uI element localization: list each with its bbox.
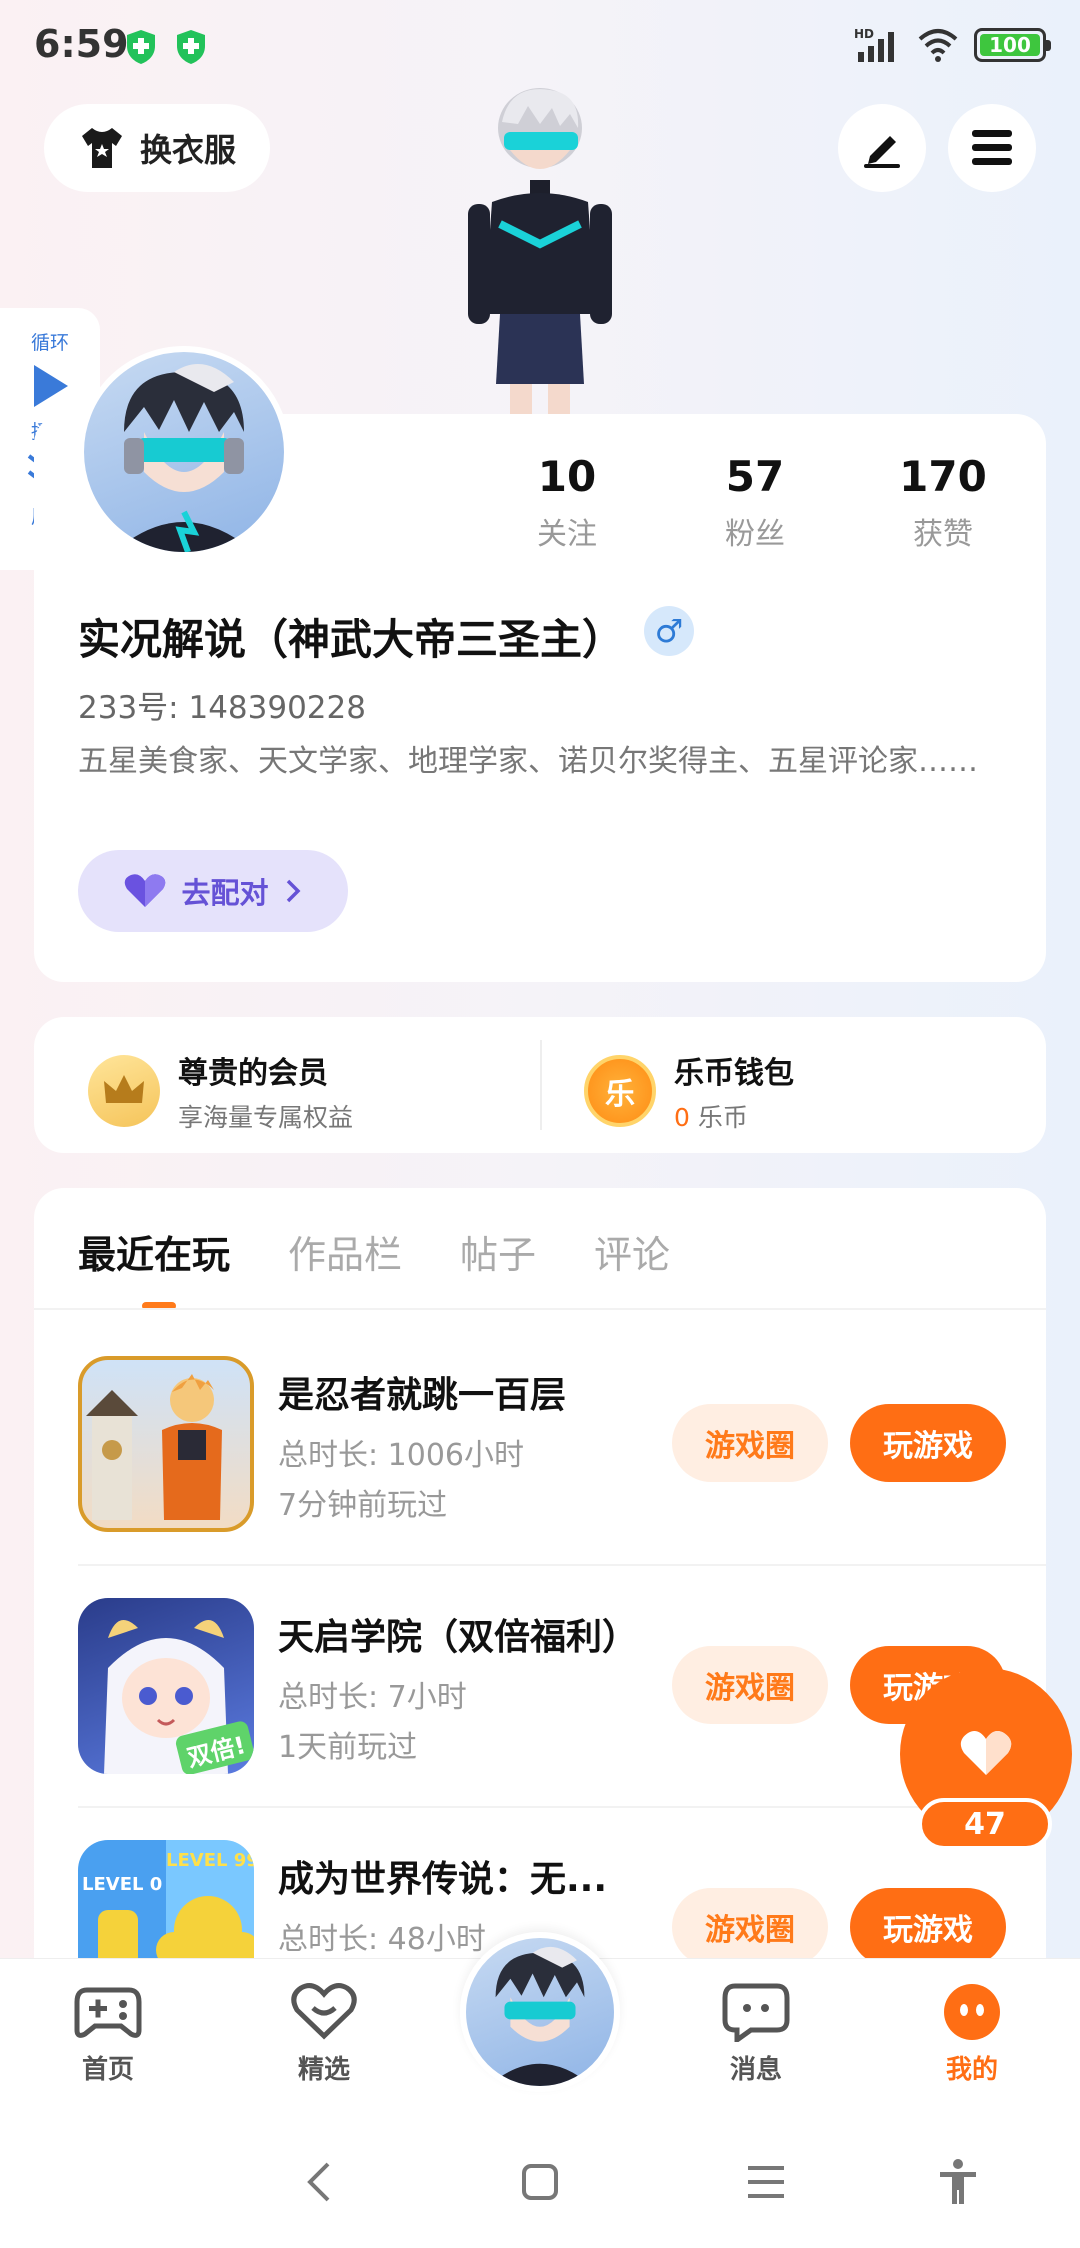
svg-text:LEVEL 0: LEVEL 0 xyxy=(82,1874,162,1895)
nav-mine-label: 我的 xyxy=(945,2055,998,2085)
shield-icon xyxy=(177,30,205,64)
stat-likes-count: 170 xyxy=(899,452,987,501)
battery-level: 100 xyxy=(980,33,1040,57)
user-id[interactable]: 233号: 148390228 xyxy=(78,682,366,727)
back-icon[interactable] xyxy=(300,2160,340,2204)
tab-posts[interactable]: 帖子 xyxy=(460,1224,536,1279)
shield-icon xyxy=(127,30,155,64)
nav-avatar[interactable] xyxy=(460,1932,620,2092)
stat-fans-label: 粉丝 xyxy=(725,517,785,552)
loop-label[interactable]: 循环 xyxy=(31,328,69,355)
game-icon: 双倍! xyxy=(78,1598,254,1774)
avatar[interactable] xyxy=(78,346,290,558)
tab-divider xyxy=(34,1308,1046,1310)
chat-icon xyxy=(722,1983,790,2045)
svg-text:LEVEL 999: LEVEL 999 xyxy=(166,1850,254,1871)
profile-tabs: 最近在玩 作品栏 帖子 评论 xyxy=(78,1224,670,1279)
chevron-right-icon xyxy=(286,879,300,903)
username: 实况解说（神武大帝三圣主） xyxy=(78,615,625,664)
crown-shape xyxy=(104,1075,144,1103)
heart-icon xyxy=(960,1731,1012,1775)
accessibility-icon[interactable] xyxy=(936,2158,980,2206)
pen-icon xyxy=(864,136,900,168)
signal-icon: HD xyxy=(854,27,894,62)
nav-messages[interactable]: 消息 xyxy=(696,1982,816,2086)
crown-icon xyxy=(88,1055,160,1127)
game-last-played: 1天前玩过 xyxy=(278,1730,418,1765)
stat-following-count: 10 xyxy=(537,452,597,501)
avatar-image xyxy=(114,364,254,552)
game-circle-button[interactable]: 游戏圈 xyxy=(672,1404,828,1482)
pair-label: 去配对 xyxy=(181,876,269,910)
heart-icon xyxy=(125,874,166,907)
stat-likes-label: 获赞 xyxy=(913,517,973,552)
list-item[interactable]: 双倍! 天启学院（双倍福利） 总时长: 7小时 1天前玩过 游戏圈 玩游戏 xyxy=(78,1598,1006,1774)
game-duration: 总时长: 7小时 xyxy=(278,1680,467,1715)
pair-button[interactable]: 去配对 xyxy=(78,850,348,932)
stat-fans[interactable]: 57 粉丝 xyxy=(680,452,830,553)
battery-icon: 100 xyxy=(974,28,1051,62)
vip-title: 尊贵的会员 xyxy=(178,1056,328,1091)
vip-subtitle: 享海量专属权益 xyxy=(178,1103,354,1132)
play-game-button[interactable]: 玩游戏 xyxy=(850,1404,1006,1482)
tab-comments[interactable]: 评论 xyxy=(594,1224,670,1279)
play-icon[interactable] xyxy=(28,361,72,411)
stat-following-label: 关注 xyxy=(537,517,597,552)
tab-works[interactable]: 作品栏 xyxy=(288,1224,402,1279)
user-bio: 五星美食家、天文学家、地理学家、诺贝尔奖得主、五星评论家…… xyxy=(78,744,978,779)
game-icon xyxy=(78,1356,254,1532)
wallet-unit: 乐币 xyxy=(697,1103,748,1132)
avatar-character xyxy=(468,88,612,414)
nav-featured-label: 精选 xyxy=(297,2055,350,2085)
change-outfit-button[interactable]: 换衣服 xyxy=(44,104,270,192)
row-divider xyxy=(78,1564,1046,1566)
nav-home[interactable]: 首页 xyxy=(48,1982,168,2086)
game-last-played: 7分钟前玩过 xyxy=(278,1488,448,1523)
game-title: 成为世界传说：无... xyxy=(278,1859,608,1900)
tab-recent[interactable]: 最近在玩 xyxy=(78,1224,230,1279)
change-outfit-label: 换衣服 xyxy=(139,131,236,169)
wallet-balance: 0 乐币 xyxy=(674,1098,794,1134)
list-item[interactable]: 是忍者就跳一百层 总时长: 1006小时 7分钟前玩过 游戏圈 玩游戏 xyxy=(78,1356,1006,1532)
stat-fans-count: 57 xyxy=(725,452,785,501)
stat-likes[interactable]: 170 获赞 xyxy=(868,452,1018,553)
heart-outline-icon xyxy=(291,1983,357,2040)
gamepad-icon xyxy=(74,1987,142,2038)
nav-featured[interactable]: 精选 xyxy=(264,1982,384,2086)
game-duration: 总时长: 1006小时 xyxy=(278,1438,524,1473)
wifi-icon xyxy=(918,29,958,62)
menu-button[interactable] xyxy=(948,104,1036,192)
status-time: 6:59 xyxy=(34,22,129,66)
row-divider xyxy=(78,1806,1046,1808)
play-game-button[interactable]: 玩游戏 xyxy=(850,1888,1006,1966)
game-title: 天启学院（双倍福利） xyxy=(278,1617,639,1658)
ninja-game-art xyxy=(86,1374,222,1520)
vip-entry[interactable]: 尊贵的会员 享海量专属权益 xyxy=(88,1048,353,1134)
academy-game-art: 双倍! xyxy=(104,1620,254,1774)
coin-char: 乐 xyxy=(605,1077,635,1112)
gender-male-icon: ♂ xyxy=(644,606,694,656)
recents-icon[interactable] xyxy=(746,2164,786,2200)
profile-face-icon xyxy=(944,1984,1000,2040)
stat-following[interactable]: 10 关注 xyxy=(492,452,642,553)
nav-messages-label: 消息 xyxy=(729,2055,782,2085)
wallet-amount: 0 xyxy=(674,1103,690,1132)
hamburger-icon xyxy=(972,130,1012,165)
coin-icon: 乐 xyxy=(584,1055,656,1127)
status-icons: HD 100 xyxy=(854,26,1051,64)
nav-mine[interactable]: 我的 xyxy=(912,1982,1032,2086)
like-count: 47 xyxy=(918,1798,1052,1850)
wallet-title: 乐币钱包 xyxy=(674,1056,794,1091)
wallet-entry[interactable]: 乐 乐币钱包 0 乐币 xyxy=(584,1048,794,1134)
member-divider xyxy=(540,1040,542,1130)
game-title: 是忍者就跳一百层 xyxy=(278,1375,567,1416)
edit-button[interactable] xyxy=(838,104,926,192)
nav-home-label: 首页 xyxy=(81,2055,134,2085)
game-circle-button[interactable]: 游戏圈 xyxy=(672,1646,828,1724)
home-square-icon[interactable] xyxy=(520,2162,560,2202)
avatar-image xyxy=(488,1946,592,2086)
svg-text:HD: HD xyxy=(854,27,874,41)
game-circle-button[interactable]: 游戏圈 xyxy=(672,1888,828,1966)
tshirt-icon xyxy=(81,128,122,168)
